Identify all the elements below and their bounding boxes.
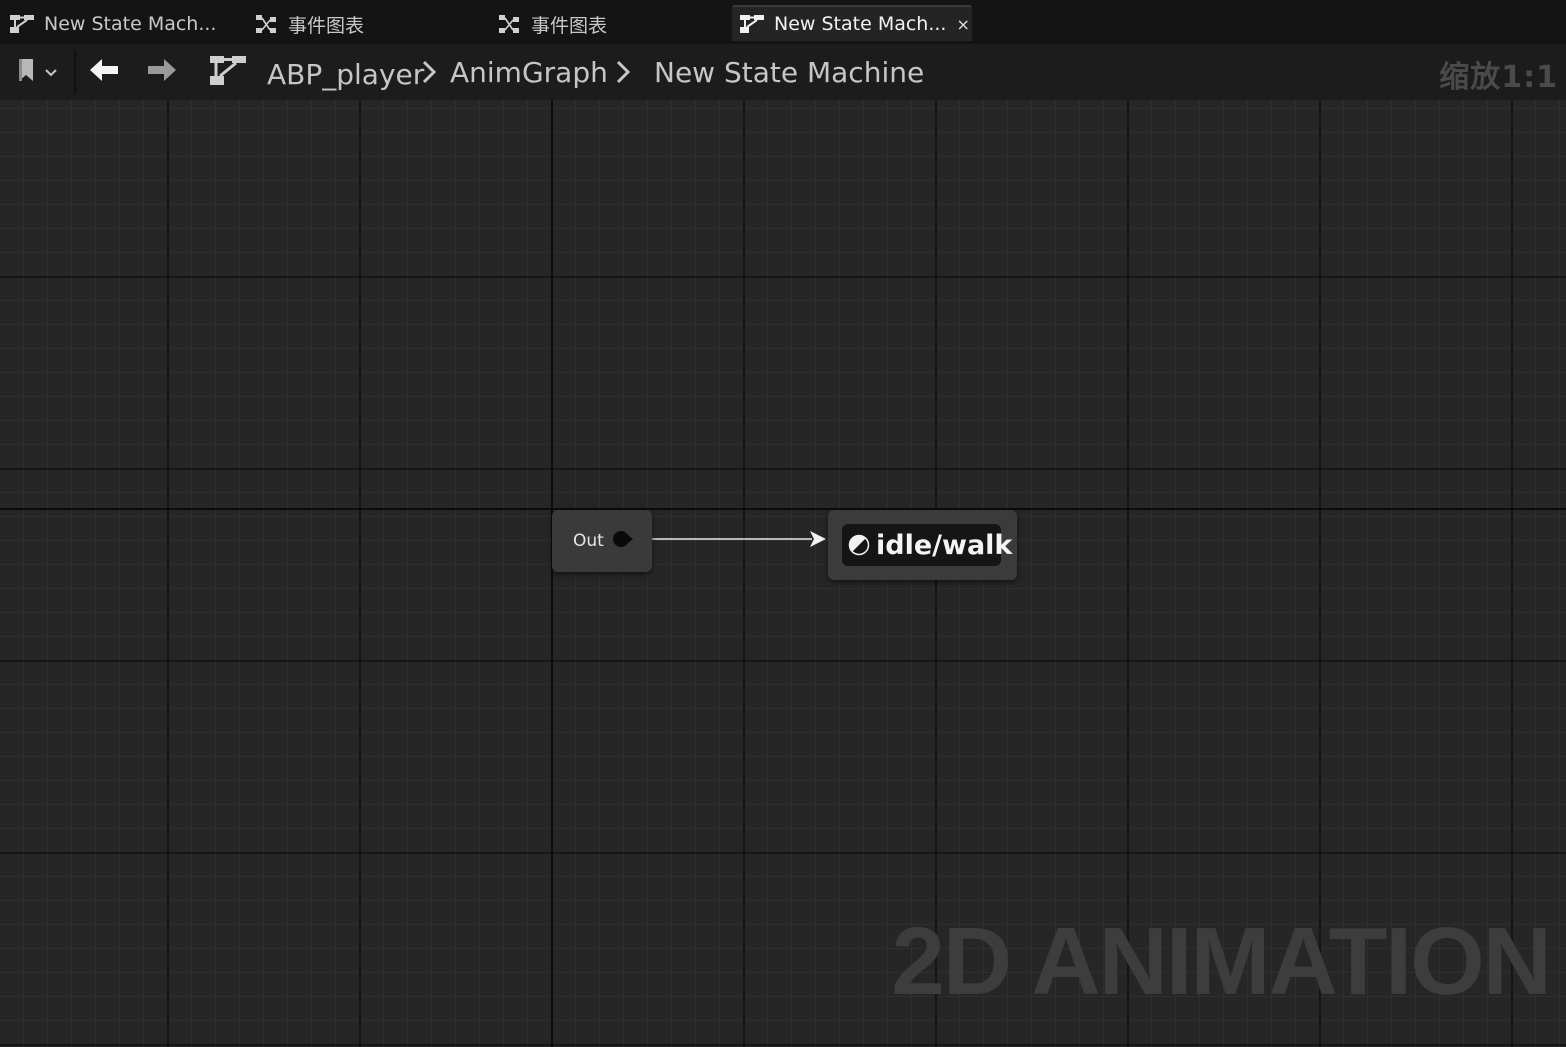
tab-label: 事件图表 [288, 14, 365, 37]
output-pin-icon[interactable] [612, 529, 634, 553]
breadcrumb-new-state-machine[interactable]: New State Machine [654, 52, 924, 92]
tab-close-button[interactable]: × [956, 15, 969, 34]
chevron-right-icon [615, 56, 631, 92]
tab-event-graph-2[interactable]: 事件图表 [495, 5, 607, 43]
event-graph-icon [495, 12, 523, 36]
chevron-down-icon [44, 63, 58, 82]
origin-axis-horizontal [0, 508, 1566, 510]
state-machine-icon [208, 53, 248, 91]
state-node-title: idle/walk [876, 529, 1013, 561]
origin-axis-vertical [551, 100, 553, 1047]
transition-wire[interactable] [652, 528, 832, 552]
graph-canvas[interactable]: Out idle/walk 2D ANIMATION [0, 100, 1566, 1047]
tab-label: 事件图表 [531, 14, 608, 37]
entry-node[interactable]: Out [552, 510, 652, 572]
back-arrow-icon [88, 57, 120, 87]
state-node-idle-walk[interactable]: idle/walk [828, 510, 1017, 580]
chevron-right-icon [421, 56, 437, 92]
tab-event-graph-1[interactable]: 事件图表 [252, 5, 364, 43]
breadcrumb-animgraph[interactable]: AnimGraph [450, 52, 608, 92]
document-tab-bar: New State Mach... 事件图表 事件图表 New State Ma… [0, 0, 1566, 44]
back-button[interactable] [86, 54, 122, 90]
state-icon [848, 534, 870, 556]
graph-type-watermark: 2D ANIMATION [891, 908, 1552, 1015]
breadcrumb-abp-player[interactable]: ABP_player [267, 54, 424, 94]
state-machine-icon [738, 12, 766, 36]
state-node-body: idle/walk [842, 524, 1012, 566]
graph-toolbar: ABP_player AnimGraph New State Machine 缩… [0, 44, 1566, 101]
state-machine-icon [8, 12, 36, 36]
bookmark-icon [16, 57, 38, 87]
toolbar-divider [74, 50, 76, 94]
tab-label: New State Mach... [44, 13, 217, 35]
tab-label: New State Mach... [774, 13, 947, 35]
graph-type-indicator [206, 54, 250, 90]
forward-button[interactable] [144, 54, 180, 90]
tab-new-state-machine-active[interactable]: New State Mach... × [732, 5, 972, 41]
bookmark-button[interactable] [10, 54, 64, 90]
forward-arrow-icon [146, 57, 178, 87]
event-graph-icon [252, 12, 280, 36]
zoom-level-label: 缩放1:1 [1439, 60, 1558, 95]
tab-new-state-machine-1[interactable]: New State Mach... [8, 5, 216, 43]
entry-node-label: Out [573, 531, 604, 551]
